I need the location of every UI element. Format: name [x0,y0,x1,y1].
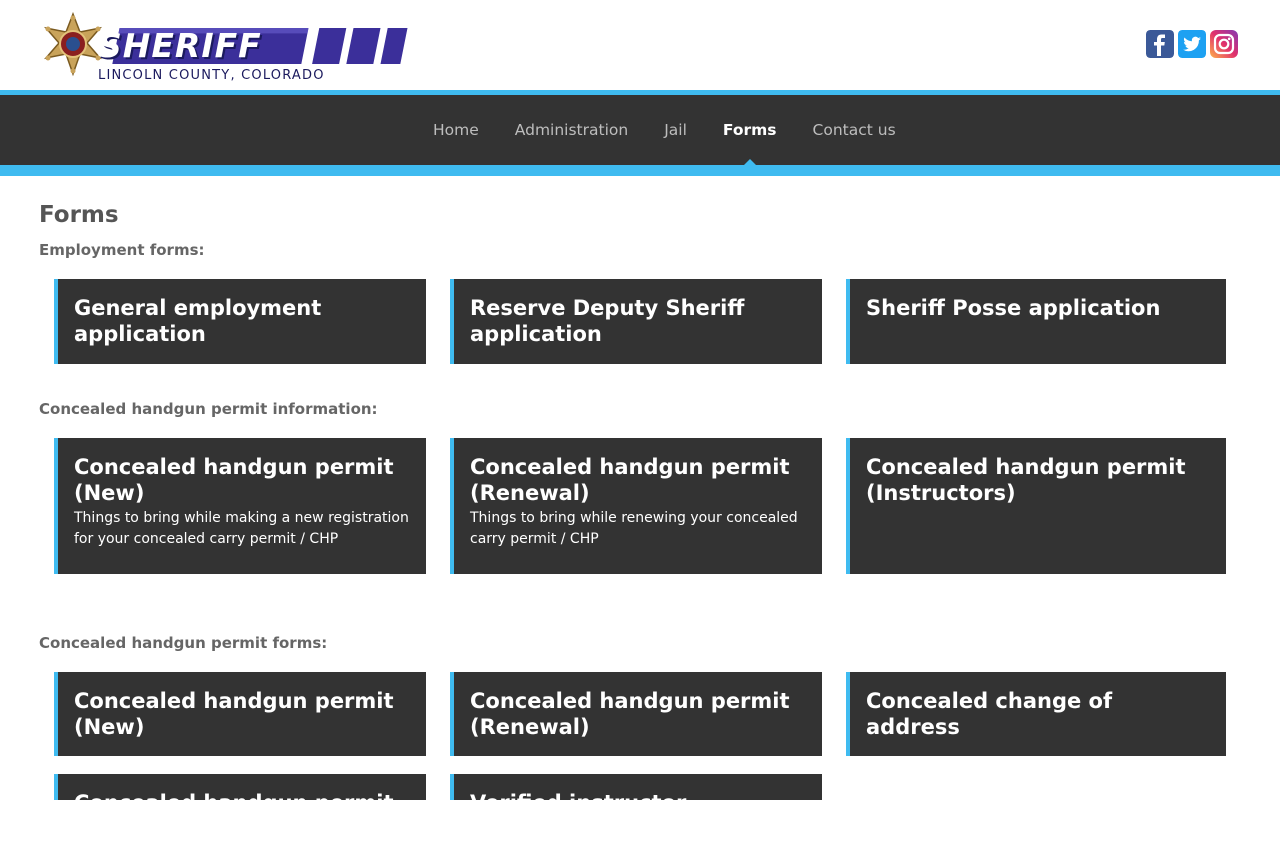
card-chp-new-form[interactable]: Concealed handgun permit (New) [54,672,426,756]
card-chp-instructors-info[interactable]: Concealed handgun permit (Instructors) [846,438,1226,574]
card-sheriff-posse-application[interactable]: Sheriff Posse application [846,279,1226,364]
card-reserve-deputy-application[interactable]: Reserve Deputy Sheriff application [450,279,822,364]
card-title: Concealed handgun permit (Renewal) [470,455,790,505]
nav-item-jail[interactable]: Jail [646,95,705,165]
nav-item-administration[interactable]: Administration [497,95,646,165]
card-chp-renewal-form[interactable]: Concealed handgun permit (Renewal) [450,672,822,756]
card-title: Concealed handgun permit (Instructors) [866,455,1186,505]
card-general-employment-application[interactable]: General employment application [54,279,426,364]
card-title: General employment application [74,296,322,346]
card-title: Concealed handgun permit (New) [74,455,394,505]
card-title: Concealed handgun permit (New) [74,689,394,739]
social-links [1146,30,1238,58]
card-description: Things to bring while renewing your conc… [470,510,798,547]
card-verified-instructor-application[interactable]: Verified instructor application [450,774,822,841]
instagram-icon[interactable] [1210,30,1238,58]
nav-item-contact-us[interactable]: Contact us [795,95,914,165]
section-label-employment: Employment forms: [39,241,205,259]
section-label-chp-forms: Concealed handgun permit forms: [39,634,328,652]
card-chp-form-partial[interactable]: Concealed handgun permit [54,774,426,815]
section-label-chp-information: Concealed handgun permit information: [39,400,378,418]
card-title: Concealed change of address [866,689,1113,739]
card-title: Concealed handgun permit (Renewal) [470,689,790,739]
site-header: SHERIFF LINCOLN COUNTY, COLORADO [0,0,1280,90]
card-chp-new-info[interactable]: Concealed handgun permit (New) Things to… [54,438,426,574]
nav-accent-bottom [0,165,1280,176]
main-nav: Home Administration Jail Forms Contact u… [0,95,1280,166]
logo-wordmark: SHERIFF [98,26,262,65]
nav-item-home[interactable]: Home [415,95,497,165]
sheriff-star-badge-icon [43,12,103,77]
card-chp-renewal-info[interactable]: Concealed handgun permit (Renewal) Thing… [450,438,822,574]
sheriff-logo[interactable]: SHERIFF LINCOLN COUNTY, COLORADO [40,12,430,88]
twitter-icon[interactable] [1178,30,1206,58]
nav-item-forms[interactable]: Forms [705,95,795,166]
card-title: Sheriff Posse application [866,296,1161,320]
card-description: Things to bring while making a new regis… [74,510,409,547]
logo-county-name: LINCOLN COUNTY, COLORADO [98,68,325,83]
card-title: Reserve Deputy Sheriff application [470,296,745,346]
card-title: Verified instructor application [470,791,687,841]
page-title: Forms [39,202,119,228]
facebook-icon[interactable] [1146,30,1174,58]
card-title: Concealed handgun permit [74,791,394,815]
card-concealed-change-of-address[interactable]: Concealed change of address [846,672,1226,756]
